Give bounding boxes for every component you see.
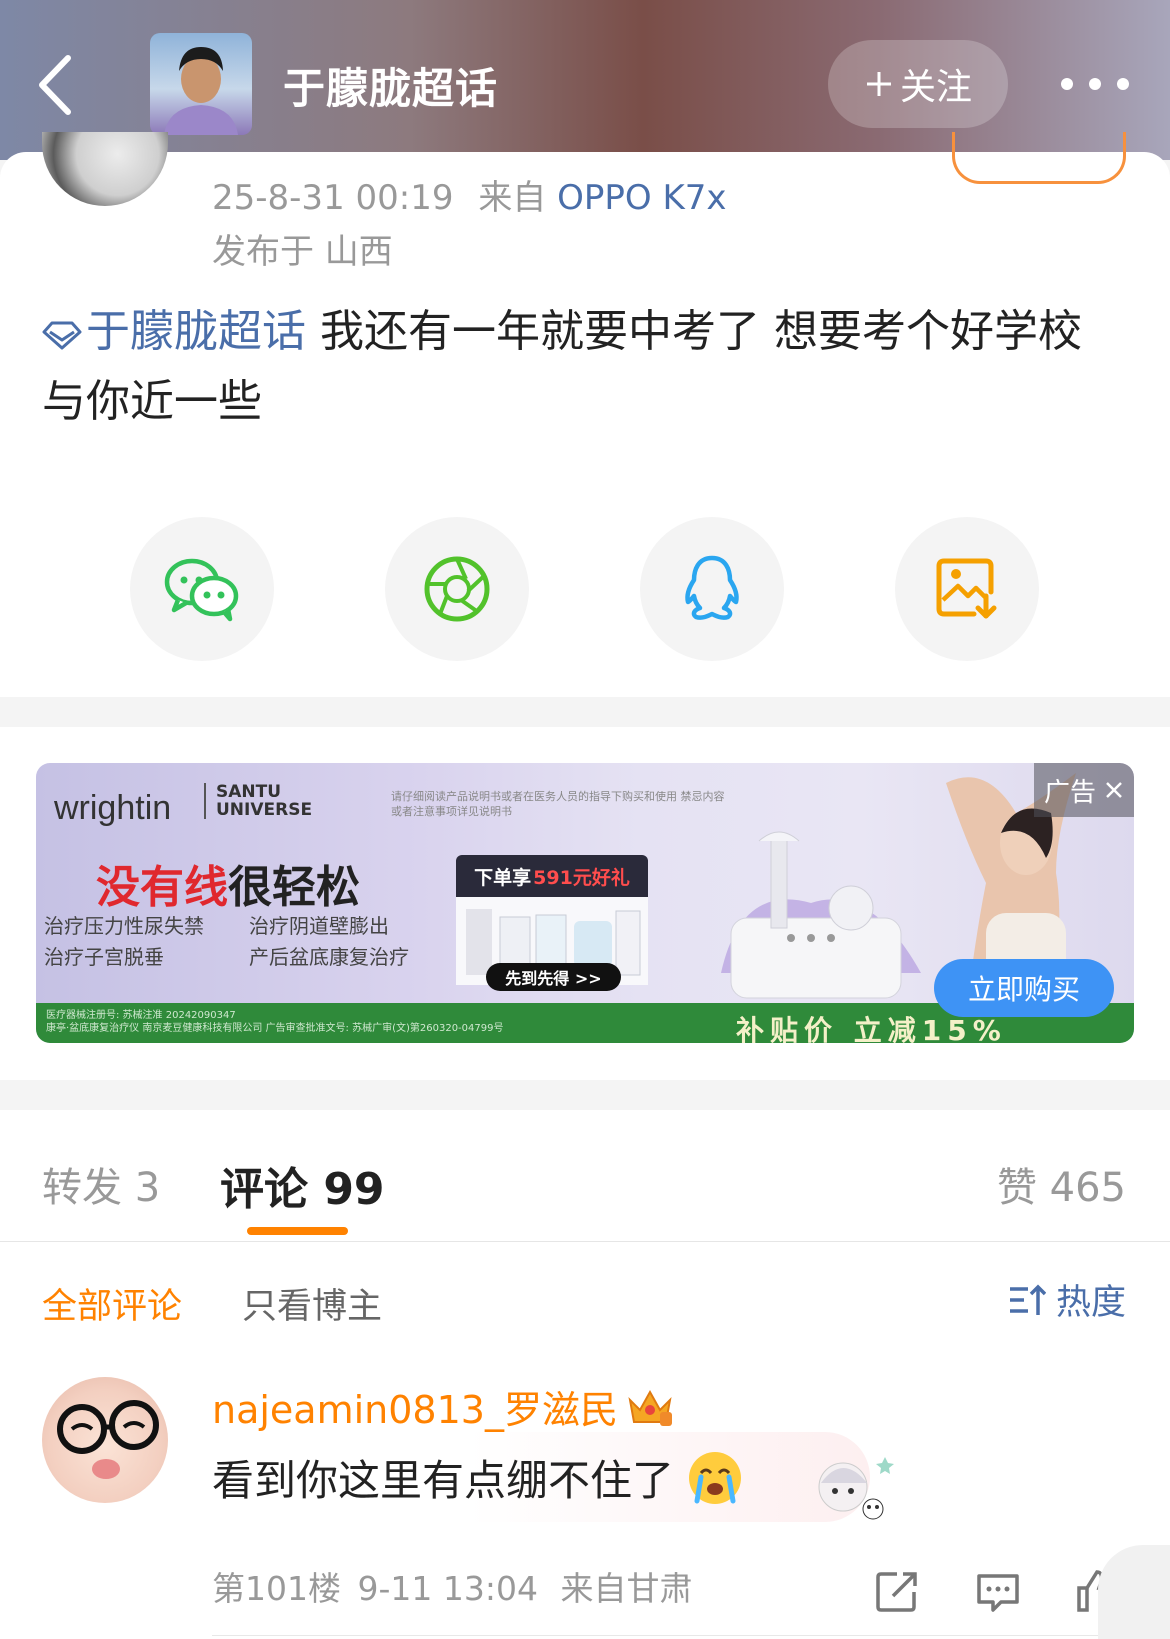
ad-brand2-line2: UNIVERSE (216, 800, 313, 820)
wechat-icon (164, 558, 239, 622)
comment-username-text: najeamin0813_罗滋民 (212, 1388, 618, 1432)
comment-time: 9-11 13:04 (357, 1569, 539, 1608)
comment-reply-button[interactable] (975, 1570, 1021, 1614)
ad-banner[interactable]: wrightin SANTU UNIVERSE 请仔细阅读产品说明书或者在医务人… (36, 763, 1134, 1043)
ad-bullets: 治疗压力性尿失禁 治疗阴道壁膨出治疗子宫脱垂 产后盆底康复治疗 (44, 911, 474, 973)
ad-bullet: 产后盆底康复治疗 (249, 945, 409, 969)
tab-active-indicator (247, 1227, 348, 1235)
ad-brand-secondary: SANTU UNIVERSE (204, 783, 312, 819)
ad-promo-red: 591元好礼 (533, 866, 630, 889)
moments-icon (424, 556, 490, 622)
ad-device-image (701, 823, 931, 1003)
comment-share-button[interactable] (875, 1570, 919, 1614)
tab-like[interactable]: 赞 465 (997, 1155, 1126, 1213)
sort-icon (1009, 1284, 1046, 1315)
ad-bullet: 治疗阴道壁膨出 (249, 914, 389, 938)
comment-text-body: 看到你这里有点绷不住了 (212, 1456, 675, 1505)
ad-strip-fine: 医疗器械注册号: 苏械注准 20242090347 康亭·盆底康复治疗仪 南京麦… (46, 1009, 503, 1035)
tab-repost[interactable]: 转发 3 (42, 1155, 160, 1213)
share-wechat-button[interactable] (130, 517, 274, 661)
crying-emoji-icon (689, 1451, 742, 1504)
save-image-icon (936, 558, 997, 619)
sort-label: 热度 (1055, 1283, 1126, 1323)
comment-meta: 第101楼 9-11 13:04 来自甘肃 (212, 1562, 693, 1610)
ad-section: wrightin SANTU UNIVERSE 请仔细阅读产品说明书或者在医务人… (0, 727, 1170, 1080)
ad-brand: wrightin (54, 789, 172, 827)
ad-headline-dark: 很轻松 (228, 862, 360, 913)
ad-headline-red: 没有线 (96, 862, 228, 913)
page-title: 于朦胧超话 (283, 64, 499, 113)
super-topic-avatar[interactable] (150, 33, 252, 135)
ad-bullet: 治疗压力性尿失禁 (44, 914, 204, 938)
comments-section: 全部评论 只看博主 热度 najeamin0813_罗滋民 看到你这里有点绷不住… (0, 1242, 1170, 1639)
post-location: 发布于 山西 (212, 232, 393, 272)
comment-divider (212, 1635, 1170, 1636)
more-button[interactable] (1055, 60, 1135, 108)
post-tabs: 转发 3 评论 99 赞 465 (0, 1110, 1170, 1242)
share-moments-button[interactable] (385, 517, 529, 661)
post-body: 于朦胧超话 我还有一年就要中考了 想要考个好学校 与你近一些 (42, 297, 1132, 437)
post-device[interactable]: OPPO K7x (557, 178, 726, 218)
ad-promo: 下单享 591元好礼 (456, 855, 648, 897)
diamond-icon (42, 321, 82, 350)
back-button[interactable] (30, 50, 90, 120)
post-card: 25-8-31 00:19 来自 OPPO K7x 发布于 山西 于朦胧超话 我… (0, 132, 1170, 697)
ad-brand2-line1: SANTU (216, 782, 282, 802)
ad-strip-fine-line1: 医疗器械注册号: 苏械注准 20242090347 (46, 1010, 236, 1021)
post-time: 25-8-31 00:19 (212, 178, 454, 218)
comment-text: 看到你这里有点绷不住了 (212, 1447, 744, 1508)
floating-action-button[interactable] (1098, 1545, 1170, 1639)
close-icon (1106, 782, 1122, 798)
ad-buy-button[interactable]: 立即购买 (934, 959, 1114, 1017)
ad-close-tag[interactable]: 广告 (1034, 763, 1134, 817)
filter-owner-only[interactable]: 只看博主 (242, 1278, 382, 1329)
save-image-button[interactable] (895, 517, 1039, 661)
plus-icon (866, 72, 891, 96)
ad-strip-fine-line2: 康亭·盆底康复治疗仪 南京麦豆健康科技有限公司 广告审查批准文号: 苏械广审(文… (46, 1023, 504, 1034)
ad-headline: 没有线很轻松 (96, 851, 360, 915)
ad-tag-label: 广告 (1043, 777, 1096, 808)
sort-button[interactable]: 热度 (1008, 1274, 1126, 1325)
ad-fine-print: 请仔细阅读产品说明书或者在医务人员的指导下购买和使用 禁忌内容或者注意事项详见说… (391, 790, 725, 818)
share-row (0, 517, 1170, 662)
ad-bullet: 治疗子宫脱垂 (44, 945, 164, 969)
chevron-left-icon (39, 55, 71, 115)
author-avatar[interactable] (42, 132, 168, 206)
follow-label: 关注 (899, 67, 972, 108)
post-from-label: 来自 (478, 178, 547, 218)
qq-icon (685, 555, 739, 620)
comment-decoration-sticker (805, 1447, 897, 1539)
tab-comment[interactable]: 评论 99 (220, 1153, 385, 1217)
comment-username[interactable]: najeamin0813_罗滋民 (212, 1379, 674, 1434)
comment-floor: 第101楼 (212, 1569, 341, 1608)
more-dots-icon (1061, 78, 1129, 90)
super-topic-link[interactable]: 于朦胧超话 (42, 306, 306, 357)
ad-promo-prefix: 下单享 (474, 866, 532, 889)
crown-badge-icon (628, 1389, 672, 1426)
follow-button[interactable]: 关注 (828, 40, 1008, 128)
filter-all-comments[interactable]: 全部评论 (42, 1278, 182, 1329)
author-follow-button[interactable] (952, 132, 1126, 184)
super-topic-label: 于朦胧超话 (86, 306, 306, 357)
post-meta: 25-8-31 00:19 来自 OPPO K7x (212, 170, 727, 219)
ad-grab-button[interactable]: 先到先得 >> (486, 963, 621, 991)
share-qq-button[interactable] (640, 517, 784, 661)
comment-avatar[interactable] (42, 1377, 168, 1503)
comment-from: 来自甘肃 (560, 1569, 693, 1608)
